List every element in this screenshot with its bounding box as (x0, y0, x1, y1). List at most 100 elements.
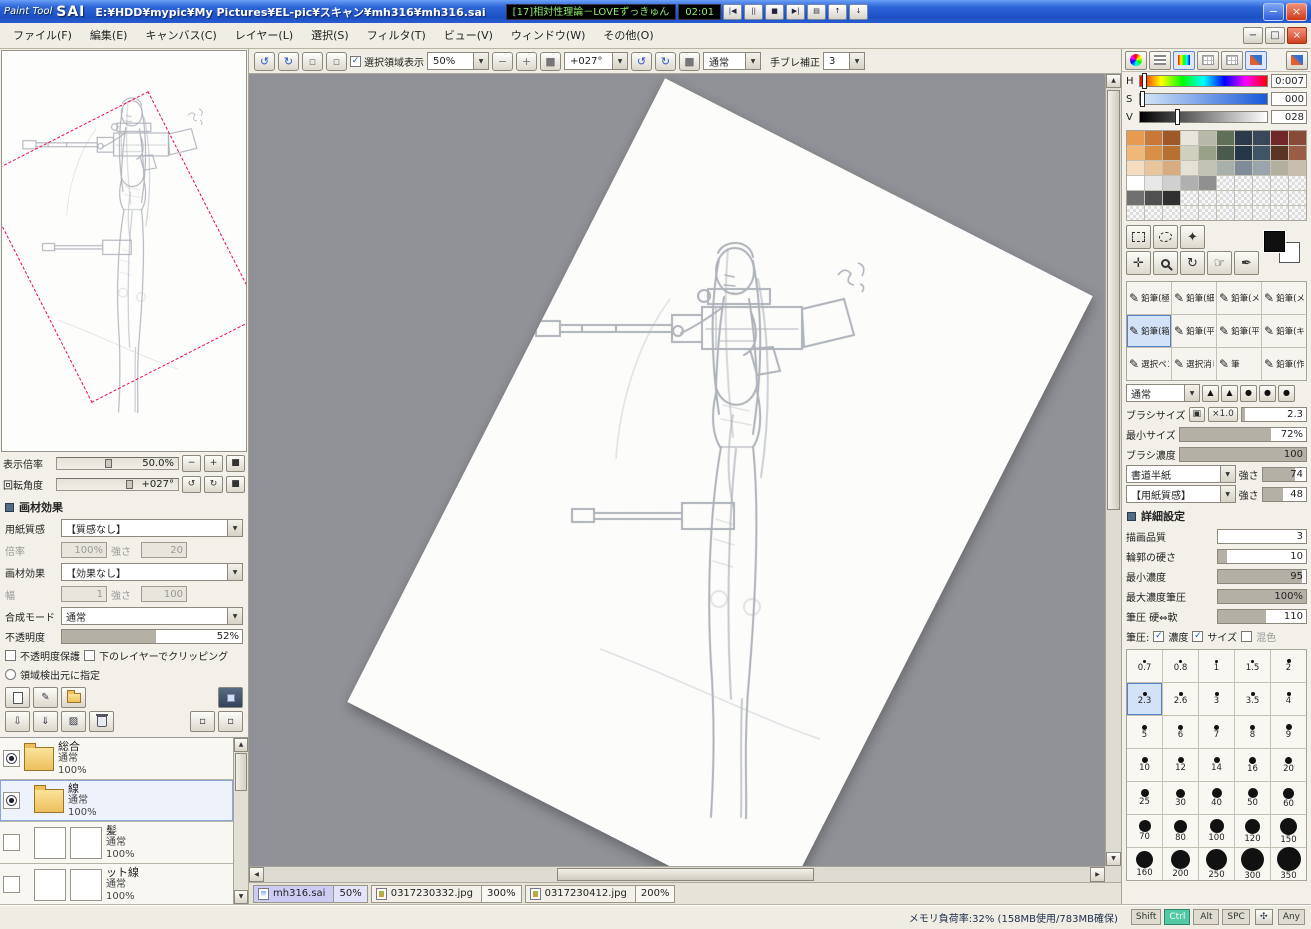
close-button[interactable]: × (1286, 2, 1307, 21)
brush-size-8[interactable]: 8 (1235, 716, 1270, 748)
swatch-54[interactable] (1199, 206, 1216, 220)
saturation-marker[interactable] (1140, 91, 1146, 107)
menu-item-2[interactable]: キャンバス(C) (136, 24, 225, 48)
brush-blend-select[interactable]: 通常 ▼ (1126, 384, 1200, 402)
material-effect-select[interactable]: 【効果なし】 ▼ (61, 563, 243, 581)
scratchpad-tab[interactable] (1286, 50, 1308, 70)
scrollbar-thumb[interactable] (235, 753, 247, 791)
player-pause-button[interactable]: || (744, 3, 764, 20)
color-wells[interactable] (1261, 228, 1303, 266)
swatch-56[interactable] (1235, 206, 1252, 220)
swatch-55[interactable] (1217, 206, 1234, 220)
swatch-11[interactable] (1145, 146, 1162, 160)
color-wheel-tab[interactable] (1125, 50, 1147, 70)
swatch-28[interactable] (1271, 161, 1288, 175)
brush-size-4[interactable]: 4 (1271, 683, 1306, 715)
chevron-down-icon[interactable]: ▼ (227, 564, 242, 580)
brush-density-slider[interactable]: 100 (1178, 446, 1307, 462)
pressure-hardness-slider[interactable]: 110 (1217, 608, 1307, 624)
lasso-tool[interactable] (1153, 225, 1178, 249)
player-down-button[interactable]: ↓ (849, 3, 869, 20)
layer-aux-button-2[interactable]: ▫ (218, 711, 243, 732)
toolbar-aux-button-2[interactable]: ▫ (326, 51, 347, 71)
toolbar-aux-button-1[interactable]: ▫ (302, 51, 323, 71)
rgb-sliders-tab[interactable] (1149, 50, 1171, 70)
value-marker[interactable] (1174, 109, 1180, 125)
transfer-down-button[interactable]: ⇩ (5, 711, 30, 732)
swatch-33[interactable] (1181, 176, 1198, 190)
zoom-out-button[interactable]: − (492, 51, 513, 71)
hue-marker[interactable] (1141, 73, 1147, 89)
brush-size-mult-button[interactable]: ×1.0 (1208, 406, 1238, 422)
merge-down-button[interactable]: ⇓ (33, 711, 58, 732)
scroll-right-button[interactable]: ▶ (1090, 867, 1105, 882)
chevron-down-icon[interactable]: ▼ (1219, 466, 1235, 482)
paper-texture-select[interactable]: 【質感なし】 ▼ (61, 519, 243, 537)
swatch-42[interactable] (1163, 191, 1180, 205)
delete-layer-button[interactable] (89, 711, 114, 732)
mdi-minimize-button[interactable]: − (1243, 27, 1263, 44)
brush-size-0.7[interactable]: 0.7 (1127, 650, 1162, 682)
brush-size-5[interactable]: 5 (1127, 716, 1162, 748)
zoom-tool[interactable] (1153, 251, 1178, 275)
rotate-cw-button[interactable]: ↻ (655, 51, 676, 71)
show-selection-checkbox[interactable]: ✓ (350, 55, 361, 67)
brush-size-3.5[interactable]: 3.5 (1235, 683, 1270, 715)
custom-tool-6[interactable]: ✎ 鉛筆(平 (1217, 315, 1261, 347)
nav-zoom-reset-button[interactable]: ■ (226, 455, 245, 472)
swatch-35[interactable] (1217, 176, 1234, 190)
brush-size-350[interactable]: 350 (1271, 847, 1306, 880)
swatch-44[interactable] (1199, 191, 1216, 205)
player-up-button[interactable]: ↑ (828, 3, 848, 20)
brush-size-1.5[interactable]: 1.5 (1235, 650, 1270, 682)
swatch-17[interactable] (1253, 146, 1270, 160)
hsv-sliders-tab[interactable] (1173, 50, 1195, 70)
nav-rotate-reset-button[interactable]: ■ (226, 476, 245, 493)
brush-size-16[interactable]: 16 (1235, 749, 1270, 781)
brush-size-9[interactable]: 9 (1271, 716, 1306, 748)
modifier-alt[interactable]: Alt (1193, 909, 1220, 925)
doc-tab-1[interactable]: 0317230332.jpg 300% (370, 884, 522, 903)
collapse-icon[interactable] (1127, 511, 1136, 521)
swatch-30[interactable] (1127, 176, 1144, 190)
swatch-47[interactable] (1253, 191, 1270, 205)
brush-size-60[interactable]: 60 (1271, 782, 1306, 814)
swatch-0[interactable] (1127, 131, 1144, 145)
menu-item-5[interactable]: フィルタ(T) (358, 24, 435, 48)
menu-item-8[interactable]: その他(O) (594, 24, 662, 48)
swatch-6[interactable] (1235, 131, 1252, 145)
swatch-20[interactable] (1127, 161, 1144, 175)
opacity-slider[interactable]: 52% (61, 629, 243, 644)
max-density-slider[interactable]: 100% (1217, 588, 1307, 604)
swatch-14[interactable] (1199, 146, 1216, 160)
swatch-12[interactable] (1163, 146, 1180, 160)
hue-slider[interactable] (1139, 73, 1268, 89)
swatch-58[interactable] (1271, 206, 1288, 220)
vertical-scrollbar[interactable]: ▲ ▼ (1105, 74, 1121, 866)
rotate-view-tool[interactable]: ↻ (1180, 251, 1205, 275)
zoom-in-button[interactable]: + (516, 51, 537, 71)
layer-row-3[interactable]: ット線 通常 100% (0, 864, 233, 904)
custom-tool-7[interactable]: ✎ 鉛筆(キ (1262, 315, 1306, 347)
paper-texture-strength-slider[interactable]: 48 (1261, 486, 1307, 502)
new-pen-layer-button[interactable]: ✎ (33, 687, 58, 708)
modifier-ctrl[interactable]: Ctrl (1164, 909, 1191, 925)
custom-tool-2[interactable]: ✎鉛筆(メイ (1217, 282, 1261, 314)
swatch-29[interactable] (1289, 161, 1306, 175)
clipping-checkbox[interactable] (84, 650, 95, 661)
custom-tool-10[interactable]: ✎ 筆 (1217, 348, 1261, 380)
swatch-13[interactable] (1181, 146, 1198, 160)
swatch-48[interactable] (1271, 191, 1288, 205)
brush-tip-shape-4[interactable]: ● (1278, 384, 1295, 402)
brush-size-40[interactable]: 40 (1199, 782, 1234, 814)
swatch-51[interactable] (1145, 206, 1162, 220)
brush-size-unit-button[interactable]: ▣ (1188, 406, 1206, 422)
layer-row-0[interactable]: 総合 通常 100% (0, 738, 233, 780)
nav-zoom-in-button[interactable]: + (204, 455, 223, 472)
layer-row-2[interactable]: 髪通常 100% (0, 822, 233, 864)
brush-size-100[interactable]: 100 (1199, 815, 1234, 847)
material-effects-header[interactable]: 画材効果 (0, 495, 248, 517)
swatch-40[interactable] (1127, 191, 1144, 205)
brush-size-0.8[interactable]: 0.8 (1163, 650, 1198, 682)
scroll-down-button[interactable]: ▼ (234, 890, 248, 904)
